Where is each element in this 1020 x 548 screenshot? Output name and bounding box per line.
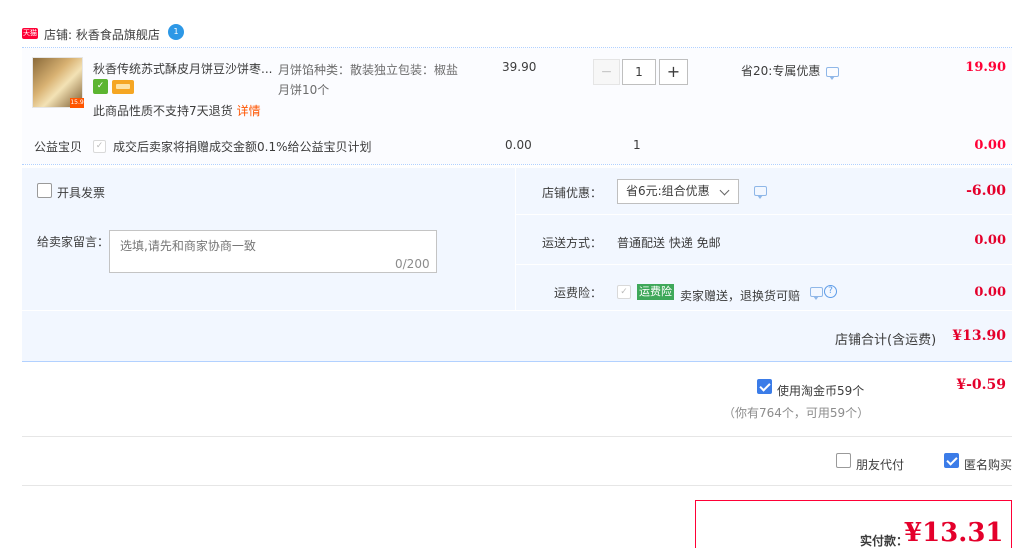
insurance-chat-icon[interactable] xyxy=(810,287,823,300)
insurance-text: 卖家赠送，退换货可赔 xyxy=(680,289,801,303)
charity-price: 0.00 xyxy=(505,138,532,152)
charity-text: 成交后卖家将捐赠成交金额0.1%给公益宝贝计划 xyxy=(113,140,372,154)
thumbnail-price-tag: 15.9 xyxy=(70,98,84,108)
seller-message-input[interactable] xyxy=(109,230,437,273)
divider xyxy=(515,168,516,310)
shop-total-amount: ¥13.90 xyxy=(952,328,1006,344)
shop-promo-label: 店铺优惠： xyxy=(542,186,603,200)
promo-info-chat-icon[interactable] xyxy=(826,67,839,80)
charity-qty: 1 xyxy=(633,138,641,152)
sku-line: 月饼馅种类：散装独立包装：椒盐 xyxy=(278,63,459,77)
charity-checkbox: ✓ xyxy=(93,140,106,153)
shop-total-label: 店铺合计(含运费) xyxy=(835,333,937,348)
shipping-label: 运送方式： xyxy=(542,236,603,250)
invoice-label[interactable]: 开具发票 xyxy=(57,184,105,201)
item-title-link[interactable]: 秋香传统苏式酥皮月饼豆沙饼枣... xyxy=(93,60,273,77)
divider xyxy=(516,264,1012,265)
no-return-notice: 此商品性质不支持7天退货 详情 xyxy=(93,102,261,119)
sku-line: 月饼10个 xyxy=(278,83,330,97)
divider xyxy=(22,361,1012,362)
shipping-method: 普通配送 快递 免邮 xyxy=(617,236,721,250)
message-char-count: 0/200 xyxy=(395,257,430,271)
quantity-decrease-button[interactable]: − xyxy=(593,59,620,85)
actual-payment-amount: ¥13.31 xyxy=(904,518,1004,548)
friend-pay-label[interactable]: 朋友代付 xyxy=(856,456,904,473)
unit-price: 39.90 xyxy=(502,60,537,74)
insurance-label: 运费险： xyxy=(554,286,603,300)
item-promo: 省20:专属优惠 xyxy=(741,64,821,78)
shipping-amount: 0.00 xyxy=(974,233,1006,248)
charity-subtotal: 0.00 xyxy=(974,138,1006,153)
tmall-logo: 天猫 xyxy=(22,28,38,39)
item-sku-info: 月饼馅种类：散装独立包装：椒盐 月饼10个 xyxy=(278,60,468,100)
shop-name-link[interactable]: 店铺: 秋香食品旗舰店 xyxy=(44,26,160,43)
help-question-icon[interactable]: ? xyxy=(824,285,837,298)
divider xyxy=(22,164,1012,165)
quantity-increase-button[interactable]: + xyxy=(659,59,688,85)
quantity-input[interactable]: 1 xyxy=(622,59,656,85)
actual-payment-label: 实付款： xyxy=(860,534,909,548)
chevron-down-icon xyxy=(719,185,730,196)
no-return-text: 此商品性质不支持7天退货 xyxy=(93,104,233,118)
shop-promo-select[interactable]: 省6元:组合优惠 xyxy=(617,179,739,204)
anonymous-purchase-checkbox[interactable] xyxy=(944,453,959,468)
insurance-badge: 运费险 xyxy=(637,284,674,300)
shop-promo-selected: 省6元:组合优惠 xyxy=(626,184,710,198)
taojinbi-discount: ¥-0.59 xyxy=(956,377,1006,393)
credit-card-icon[interactable] xyxy=(112,80,134,94)
divider xyxy=(516,214,1012,215)
detail-link[interactable]: 详情 xyxy=(237,104,261,118)
anonymous-purchase-label[interactable]: 匿名购买 xyxy=(964,456,1012,473)
divider xyxy=(22,436,1012,437)
friend-pay-checkbox[interactable] xyxy=(836,453,851,468)
divider xyxy=(22,485,1012,486)
message-label: 给卖家留言： xyxy=(37,235,110,249)
service-guarantee-icon[interactable]: ✓ xyxy=(93,79,108,94)
item-subtotal: 19.90 xyxy=(965,60,1006,75)
charity-label: 公益宝贝 xyxy=(34,140,83,154)
taojinbi-balance-note: （你有764个，可用59个） xyxy=(723,406,870,420)
invoice-checkbox[interactable] xyxy=(37,183,52,198)
taojinbi-label[interactable]: 使用淘金币59个 xyxy=(777,382,864,399)
insurance-amount: 0.00 xyxy=(974,285,1006,300)
insurance-checkbox: ✓ xyxy=(617,285,631,299)
shop-promo-amount: -6.00 xyxy=(966,183,1006,199)
promo-info-chat-icon[interactable] xyxy=(754,186,767,199)
divider xyxy=(22,310,1012,311)
wangwang-chat-icon[interactable]: 1 xyxy=(168,24,184,40)
taojinbi-checkbox[interactable] xyxy=(757,379,772,394)
